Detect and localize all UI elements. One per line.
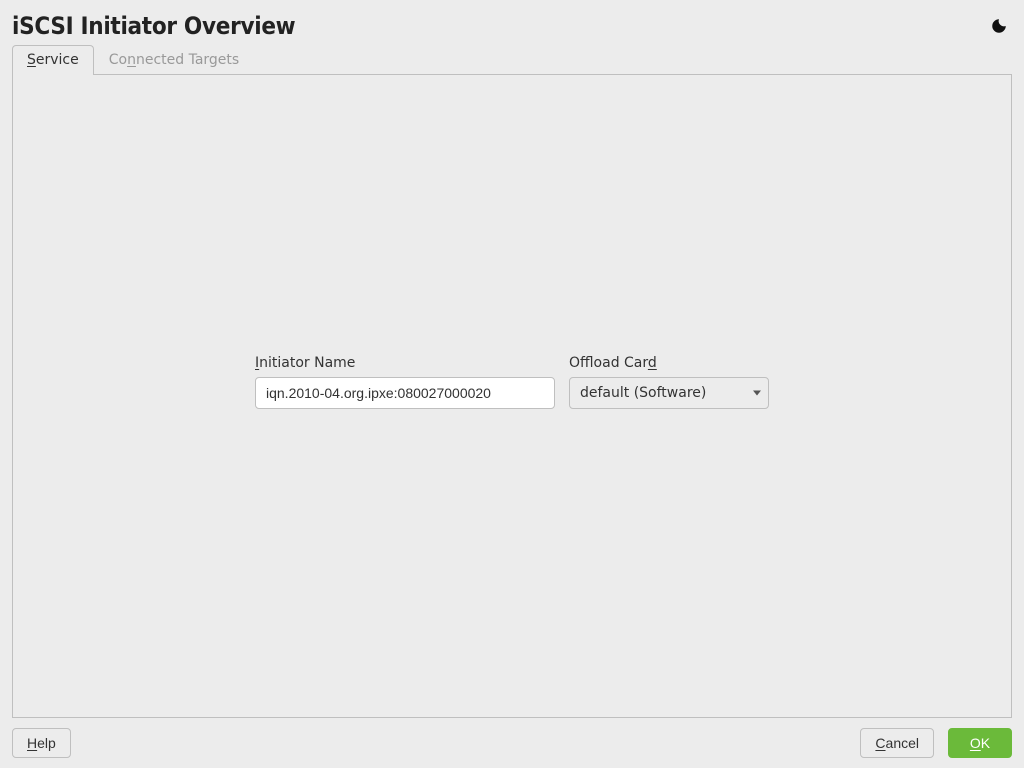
tab-panel-service: Initiator Name Offload Card default (Sof… <box>12 74 1012 718</box>
tab-connected-mnemonic: n <box>127 52 136 68</box>
initiator-name-label-rest: nitiator Name <box>259 355 355 371</box>
tab-connected-targets[interactable]: Connected Targets <box>94 45 254 75</box>
offload-card-label-pre: Offload Car <box>569 355 648 371</box>
cancel-rest: ancel <box>886 735 919 751</box>
initiator-name-input[interactable] <box>255 377 555 409</box>
offload-card-label: Offload Card <box>569 355 769 371</box>
offload-card-field: Offload Card default (Software) <box>569 355 769 409</box>
service-form: Initiator Name Offload Card default (Sof… <box>255 355 769 409</box>
ok-button[interactable]: OK <box>948 728 1012 758</box>
page-title: iSCSI Initiator Overview <box>12 12 295 40</box>
tab-service-label: ervice <box>36 52 79 68</box>
cancel-mnemonic: C <box>875 735 885 751</box>
ok-mnemonic: O <box>970 735 981 751</box>
help-rest: elp <box>37 735 56 751</box>
offload-card-select[interactable]: default (Software) <box>569 377 769 409</box>
tab-service-mnemonic: S <box>27 52 36 68</box>
tab-service[interactable]: Service <box>12 45 94 75</box>
tab-connected-pre: Co <box>109 52 127 68</box>
help-mnemonic: H <box>27 735 37 751</box>
initiator-name-field: Initiator Name <box>255 355 555 409</box>
cancel-button[interactable]: Cancel <box>860 728 934 758</box>
ok-rest: K <box>981 735 990 751</box>
initiator-name-label: Initiator Name <box>255 355 555 371</box>
offload-card-selected-value: default (Software) <box>580 385 706 401</box>
help-button[interactable]: Help <box>12 728 71 758</box>
tab-connected-rest: nected Targets <box>136 52 239 68</box>
tab-bar: Service Connected Targets <box>12 44 1012 74</box>
theme-toggle-icon[interactable] <box>986 13 1012 39</box>
offload-card-mnemonic: d <box>648 355 657 371</box>
footer: Help Cancel OK <box>12 728 1012 758</box>
